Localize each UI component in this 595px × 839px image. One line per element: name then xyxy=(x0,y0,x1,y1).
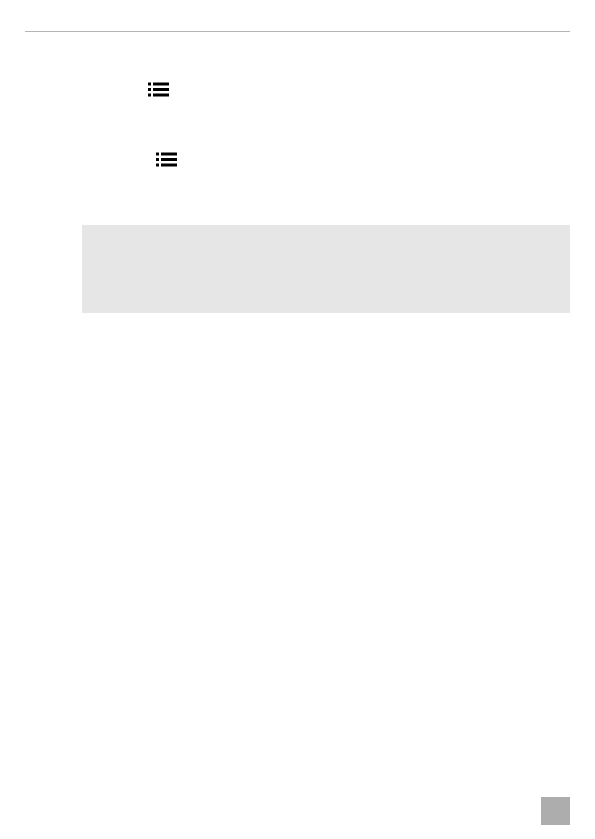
header-rule xyxy=(25,31,570,32)
page-number-badge xyxy=(541,797,570,825)
list-icon xyxy=(148,82,169,97)
note-box xyxy=(82,225,570,313)
list-icon xyxy=(156,152,177,167)
